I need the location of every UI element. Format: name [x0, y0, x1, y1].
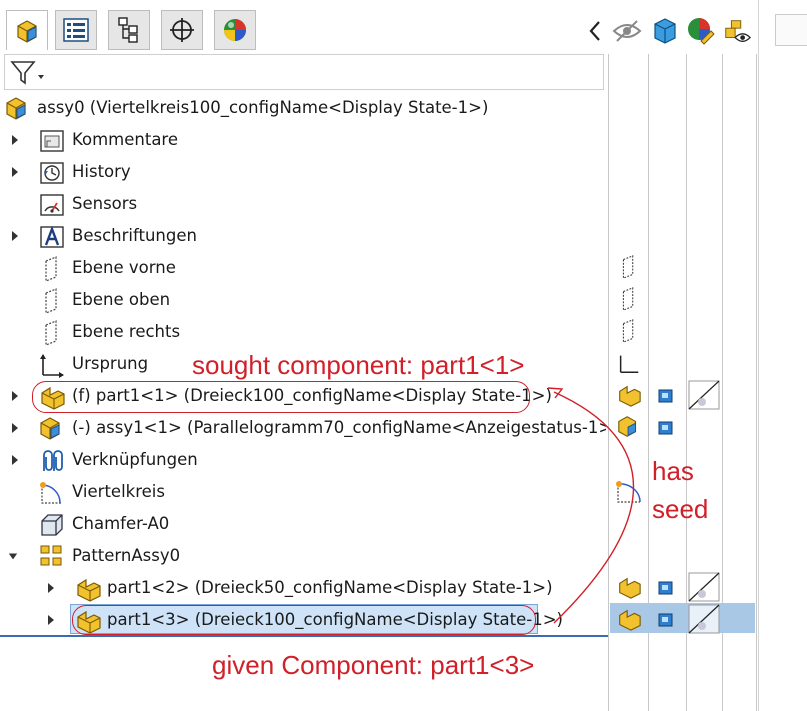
display-cube-icon[interactable] — [656, 418, 676, 438]
tree-item-ebene-vorne[interactable]: Ebene vorne — [0, 252, 608, 284]
annotations-icon — [40, 225, 64, 248]
feature-manager-icon — [17, 19, 37, 43]
mates-icon — [43, 450, 63, 471]
annotation-given-component: given Component: part1<3> — [212, 650, 535, 680]
crosshair-icon — [170, 18, 194, 42]
tree-item-ebene-oben[interactable]: Ebene oben — [0, 284, 608, 316]
tree-item-label: (-) assy1<1> (Parallelogramm70_configNam… — [72, 418, 606, 437]
display-cube-icon[interactable] — [656, 610, 676, 630]
collapse-arrow-icon[interactable] — [8, 549, 18, 563]
appearance-triangle-icon[interactable] — [688, 604, 720, 634]
tree-item-ebene-rechts[interactable]: Ebene rechts — [0, 316, 608, 348]
appearance-triangle-icon[interactable] — [688, 380, 720, 410]
expand-arrow-icon[interactable] — [10, 389, 20, 403]
plane-icon — [622, 319, 634, 343]
tab-dimxpert-manager[interactable] — [161, 10, 203, 50]
tree-item-part1-2[interactable]: part1<2> (Dreieck50_configName<Display S… — [0, 572, 608, 604]
sketch-icon — [40, 482, 62, 504]
annotation-has: has — [652, 456, 694, 486]
tab-feature-manager[interactable] — [6, 10, 48, 50]
graphics-area-edge — [758, 0, 807, 711]
tree-item-label: PatternAssy0 — [72, 546, 181, 565]
origin-icon — [40, 354, 64, 378]
plane-icon — [45, 320, 57, 346]
tree-item-label: Ebene vorne — [72, 258, 176, 277]
annotation-sought-component: sought component: part1<1> — [192, 350, 525, 380]
tree-item-chamfer-a0[interactable]: Chamfer-A0 — [0, 508, 608, 540]
collapse-chevron-icon[interactable] — [580, 14, 610, 48]
tree-item-label: Ebene rechts — [72, 322, 181, 341]
expand-arrow-icon[interactable] — [10, 453, 20, 467]
tree-item-assy1-1[interactable]: (-) assy1<1> (Parallelogramm70_configNam… — [0, 412, 608, 444]
tree-item-sensors[interactable]: Sensors — [0, 188, 608, 220]
column-divider — [756, 54, 757, 711]
plane-icon — [622, 255, 634, 279]
annotation-seed: seed — [652, 494, 709, 524]
filter-bar[interactable] — [4, 54, 604, 90]
tree-item-patternassy0[interactable]: PatternAssy0 — [0, 540, 608, 572]
tab-configuration-manager[interactable] — [108, 10, 150, 50]
hide-show-eye-icon[interactable] — [612, 14, 642, 48]
tree-item-kommentare[interactable]: Kommentare — [0, 124, 608, 156]
expand-arrow-icon[interactable] — [10, 133, 20, 147]
highlight-oval-part1-1 — [32, 381, 530, 413]
plane-icon — [45, 288, 57, 314]
tree-item-label: History — [72, 162, 131, 181]
tree-item-label: Beschriftungen — [72, 226, 197, 245]
property-manager-icon — [63, 18, 89, 42]
tab-display-manager[interactable] — [214, 10, 256, 50]
expand-arrow-icon[interactable] — [10, 165, 20, 179]
plane-icon — [45, 256, 57, 282]
tree-item-label: Verknüpfungen — [72, 450, 198, 469]
display-mode-cube-icon[interactable] — [650, 14, 680, 48]
tree-item-beschriftungen[interactable]: Beschriftungen — [0, 220, 608, 252]
chamfer-icon — [41, 514, 63, 536]
origin-icon — [619, 355, 639, 374]
tree-root[interactable]: assy0 (Viertelkreis100_configName<Displa… — [0, 92, 608, 124]
scene-view-icon[interactable] — [722, 14, 752, 48]
tree-item-label: Viertelkreis — [72, 482, 165, 501]
appearance-edit-icon[interactable] — [686, 14, 716, 48]
history-icon — [40, 162, 64, 184]
tree-root-label: assy0 (Viertelkreis100_configName<Displa… — [37, 98, 489, 117]
highlight-oval-part1-3 — [72, 605, 536, 635]
tree-item-label: part1<2> (Dreieck50_configName<Display S… — [107, 578, 553, 597]
sensors-icon — [40, 194, 64, 216]
plane-icon — [622, 287, 634, 311]
part-icon — [77, 578, 101, 602]
tree-item-label: Ebene oben — [72, 290, 171, 309]
tree-item-label: Sensors — [72, 194, 138, 213]
expand-arrow-icon[interactable] — [10, 229, 20, 243]
tree-item-label: Chamfer-A0 — [72, 514, 170, 533]
pattern-folder-icon — [40, 545, 62, 566]
display-cube-icon[interactable] — [656, 386, 676, 406]
configuration-manager-icon — [118, 17, 138, 43]
expand-arrow-icon[interactable] — [46, 613, 56, 627]
filter-funnel-icon[interactable] — [9, 59, 49, 87]
tree-item-verknuepfungen[interactable]: Verknüpfungen — [0, 444, 608, 476]
tree-item-label: Ursprung — [72, 354, 149, 373]
appearance-triangle-icon[interactable] — [688, 572, 720, 602]
appearance-ball-icon — [224, 19, 246, 41]
annotation-arrow — [547, 387, 634, 624]
tree-item-viertelkreis[interactable]: Viertelkreis — [0, 476, 608, 508]
expand-arrow-icon[interactable] — [46, 581, 56, 595]
assembly-icon — [40, 417, 60, 440]
expand-arrow-icon[interactable] — [10, 421, 20, 435]
display-cube-icon[interactable] — [656, 578, 676, 598]
tab-property-manager[interactable] — [55, 10, 97, 50]
tree-item-label: Kommentare — [72, 130, 179, 149]
assembly-icon — [6, 97, 26, 120]
folder-comments-icon — [40, 130, 64, 152]
tree-item-history[interactable]: History — [0, 156, 608, 188]
graphics-area-tab[interactable] — [775, 14, 807, 46]
